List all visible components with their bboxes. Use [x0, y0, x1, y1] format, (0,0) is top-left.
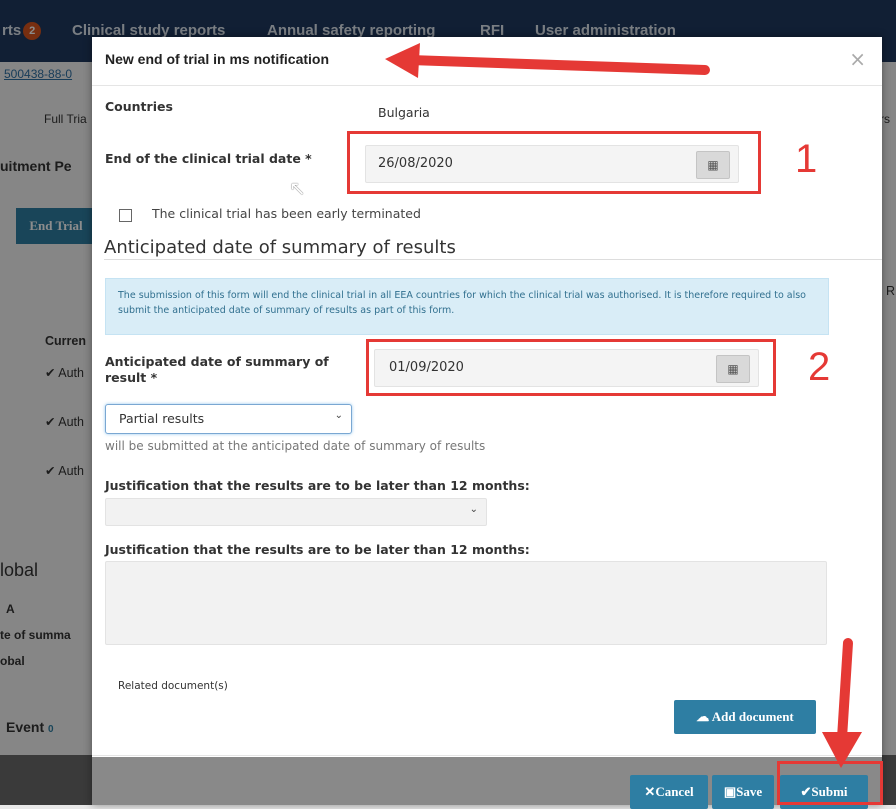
highlight-box-anticipated-date	[366, 339, 776, 396]
title-arrow-head	[385, 43, 420, 78]
marker-1: 1	[795, 137, 818, 181]
title-arrow	[405, 55, 710, 75]
highlight-box-end-date	[347, 131, 761, 194]
submit-arrow	[837, 638, 853, 743]
highlight-box-submit	[777, 761, 883, 805]
marker-2: 2	[808, 345, 831, 389]
mouse-cursor-icon: ↖	[289, 176, 306, 200]
annotation-layer	[385, 43, 862, 768]
